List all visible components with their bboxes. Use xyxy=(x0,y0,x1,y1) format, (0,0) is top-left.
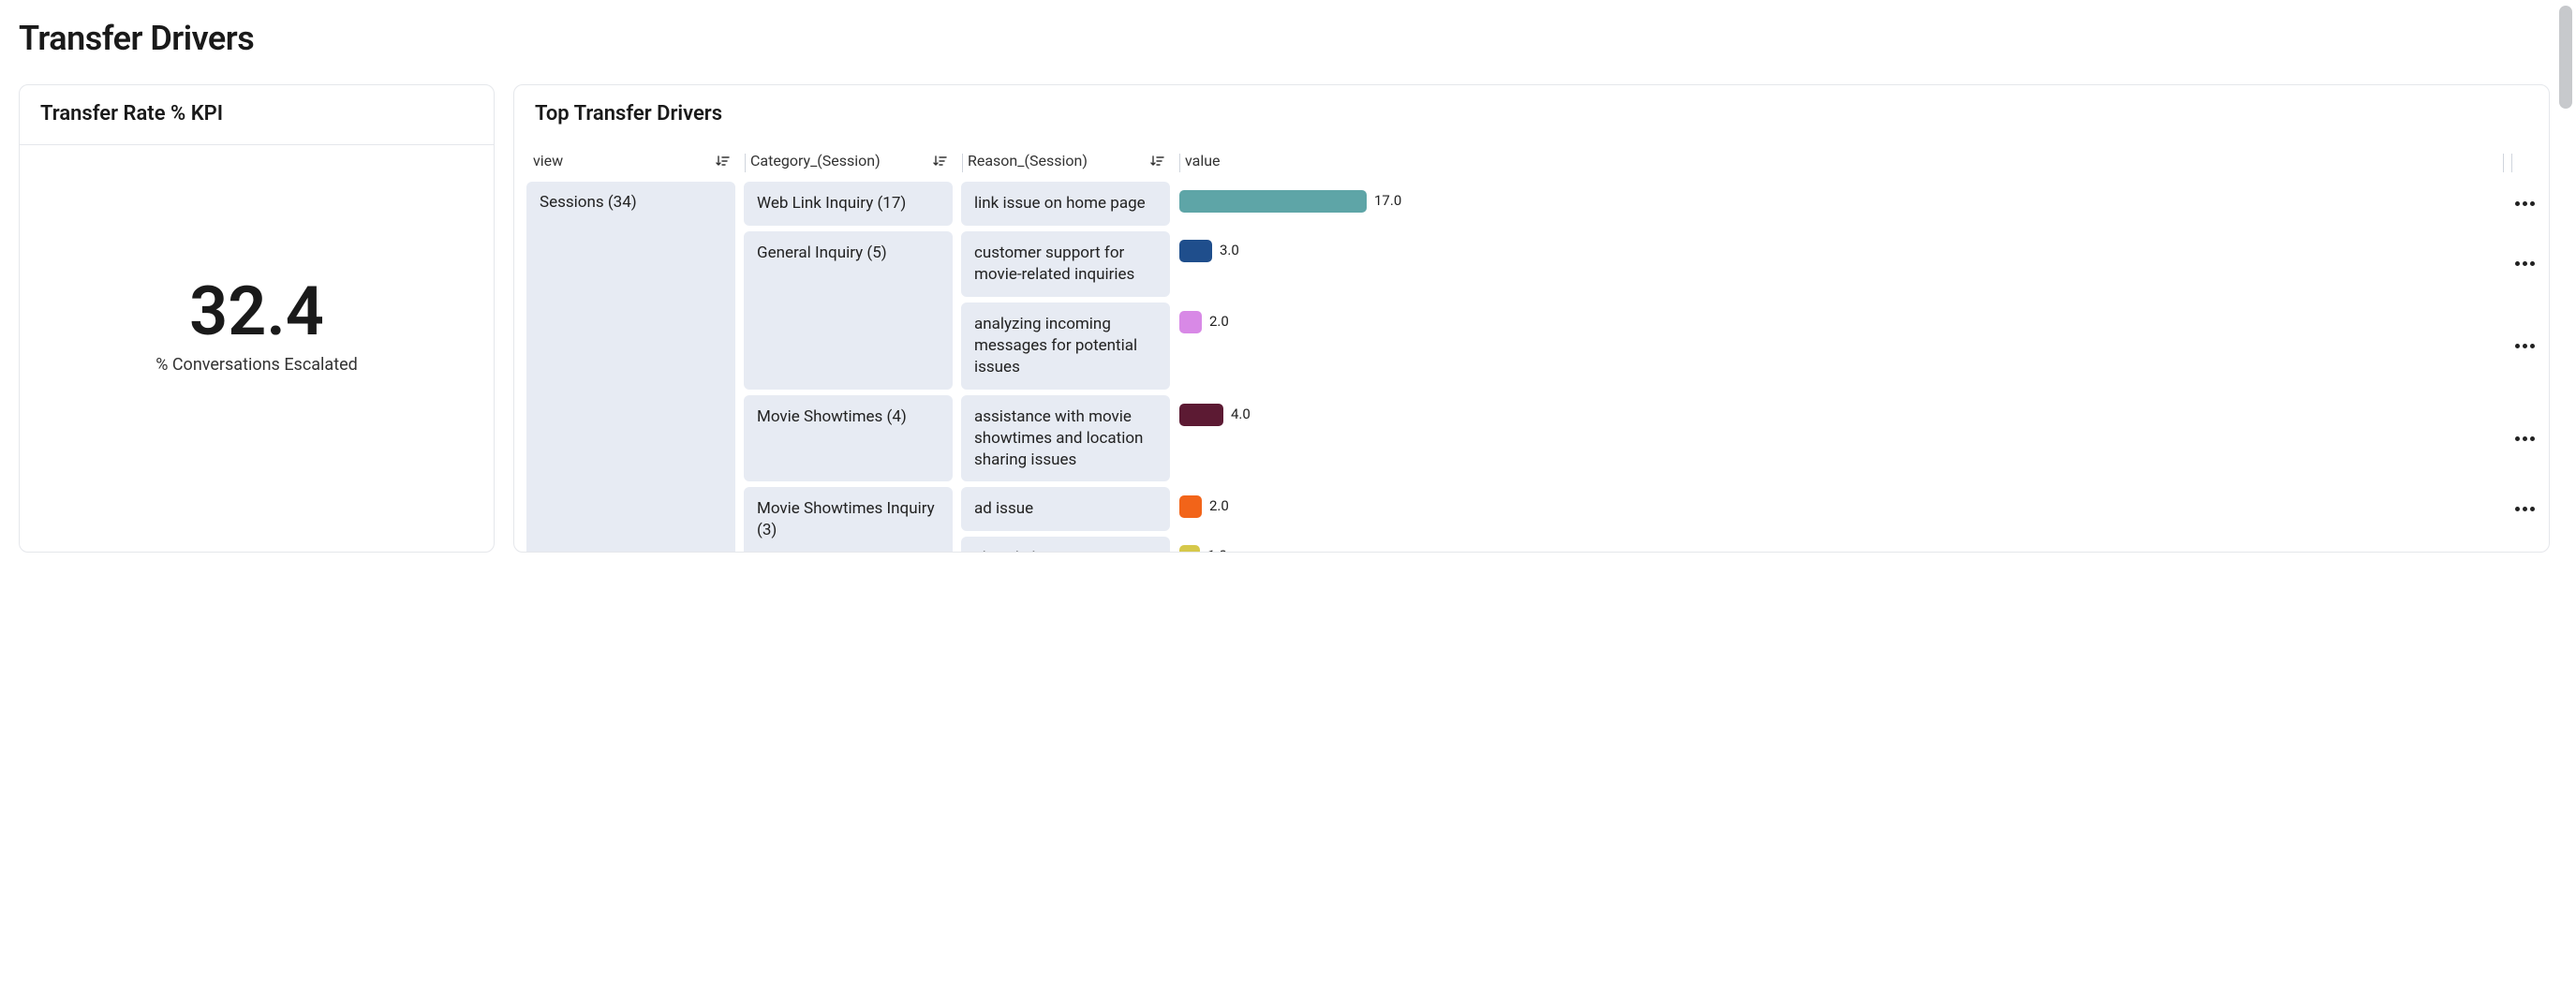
category-cell-label: Movie Showtimes Inquiry (3) xyxy=(757,499,935,539)
view-cell-sessions[interactable]: Sessions (34) xyxy=(526,182,735,552)
ellipsis-icon xyxy=(2515,507,2535,511)
row-actions-button[interactable] xyxy=(2508,392,2541,485)
column-header-category[interactable]: Category_(Session) xyxy=(741,144,958,179)
page-title: Transfer Drivers xyxy=(19,19,2550,58)
value-label: 17.0 xyxy=(1374,192,1401,209)
kpi-card-title: Transfer Rate % KPI xyxy=(20,85,494,145)
kpi-caption: % Conversations Escalated xyxy=(155,355,358,375)
category-cell[interactable]: General Inquiry (5) xyxy=(744,231,953,390)
column-header-value-label: value xyxy=(1185,152,1221,170)
ellipsis-icon xyxy=(2515,436,2535,441)
category-cell-label: Movie Showtimes (4) xyxy=(757,407,907,426)
ellipsis-icon xyxy=(2515,344,2535,348)
ellipsis-icon xyxy=(2515,201,2535,206)
reason-cell-label: assistance with movie showtimes and loca… xyxy=(974,407,1143,469)
reason-cell[interactable]: assistance with movie showtimes and loca… xyxy=(961,395,1170,482)
value-label: 3.0 xyxy=(1220,242,1239,258)
column-header-view-label: view xyxy=(533,152,563,170)
value-label: 4.0 xyxy=(1231,406,1251,422)
view-cell-label: Sessions (34) xyxy=(540,193,637,212)
column-header-category-label: Category_(Session) xyxy=(750,152,881,170)
sort-descending-icon[interactable] xyxy=(1149,153,1166,170)
row-actions-button[interactable] xyxy=(2508,534,2541,552)
value-bar xyxy=(1179,311,1202,333)
row-actions-button[interactable] xyxy=(2508,179,2541,229)
reason-cell-label: ad issue xyxy=(974,499,1033,518)
column-header-actions xyxy=(2508,144,2541,179)
page-scrollbar[interactable] xyxy=(2559,6,2572,109)
reason-cell[interactable]: link issue on home page xyxy=(961,182,1170,226)
drivers-card-title: Top Transfer Drivers xyxy=(514,85,2549,144)
kpi-card: Transfer Rate % KPI 32.4 % Conversations… xyxy=(19,84,495,553)
row-actions-button[interactable] xyxy=(2508,229,2541,300)
reason-cell[interactable]: ad issue xyxy=(961,487,1170,531)
column-header-reason-label: Reason_(Session) xyxy=(968,152,1088,170)
category-cell-label: Web Link Inquiry (17) xyxy=(757,194,906,213)
drivers-card: Top Transfer Drivers view xyxy=(513,84,2550,553)
reason-cell-label: customer support for movie-related inqui… xyxy=(974,244,1134,284)
value-bar xyxy=(1179,495,1202,518)
reason-cell-label: link issue on home page xyxy=(974,194,1146,213)
value-cell: 2.0 xyxy=(1176,484,2508,534)
cards-container: Transfer Rate % KPI 32.4 % Conversations… xyxy=(19,84,2550,553)
value-cell: 2.0 xyxy=(1176,300,2508,392)
reason-cell-label: analyzing incoming messages for potentia… xyxy=(974,315,1137,376)
reason-cell[interactable]: short link issue xyxy=(961,537,1170,552)
value-bar xyxy=(1179,404,1223,426)
sort-descending-icon[interactable] xyxy=(932,153,949,170)
kpi-value: 32.4 xyxy=(189,278,324,346)
reason-cell[interactable]: analyzing incoming messages for potentia… xyxy=(961,303,1170,390)
value-label: 1.0 xyxy=(1207,547,1227,552)
value-cell: 4.0 xyxy=(1176,392,2508,485)
column-header-reason[interactable]: Reason_(Session) xyxy=(958,144,1176,179)
kpi-body: 32.4 % Conversations Escalated xyxy=(20,145,494,552)
column-header-value[interactable]: value xyxy=(1176,144,2508,179)
category-cell-label: General Inquiry (5) xyxy=(757,244,887,262)
category-cell[interactable]: Movie Showtimes (4) xyxy=(744,395,953,482)
value-cell: 3.0 xyxy=(1176,229,2508,300)
value-cell: 17.0 xyxy=(1176,179,2508,229)
value-cell: 1.0 xyxy=(1176,534,2508,552)
value-bar xyxy=(1179,240,1212,262)
reason-cell[interactable]: customer support for movie-related inqui… xyxy=(961,231,1170,297)
drivers-body[interactable]: view Category_(Session) xyxy=(514,144,2549,552)
row-actions-button[interactable] xyxy=(2508,300,2541,392)
reason-cell-label: short link issue xyxy=(974,549,1081,552)
ellipsis-icon xyxy=(2515,261,2535,266)
value-bar xyxy=(1179,545,1200,552)
category-cell[interactable]: Movie Showtimes Inquiry (3) xyxy=(744,487,953,552)
value-bar xyxy=(1179,190,1367,213)
sort-descending-icon[interactable] xyxy=(715,153,732,170)
value-label: 2.0 xyxy=(1209,497,1229,514)
column-separator xyxy=(2503,154,2504,172)
drivers-grid: view Category_(Session) xyxy=(524,144,2541,552)
category-cell[interactable]: Web Link Inquiry (17) xyxy=(744,182,953,226)
column-header-view[interactable]: view xyxy=(524,144,741,179)
value-label: 2.0 xyxy=(1209,313,1229,330)
row-actions-button[interactable] xyxy=(2508,484,2541,534)
